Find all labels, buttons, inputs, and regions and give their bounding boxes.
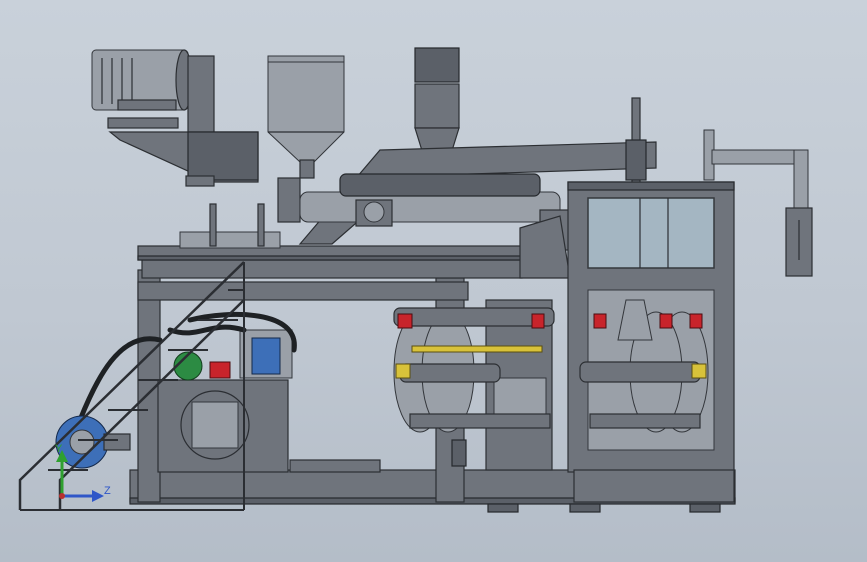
feed-hopper	[267, 55, 345, 179]
motor-bracket	[108, 131, 259, 187]
drive-motor	[91, 49, 215, 137]
z-axis-arrowhead	[92, 490, 104, 502]
triad-origin	[59, 493, 65, 499]
machine-assembly-drawing: Y Z	[18, 47, 813, 513]
cad-viewport[interactable]: Y Z	[0, 0, 867, 562]
z-axis-label: Z	[104, 485, 111, 497]
leveling-feet	[487, 503, 721, 513]
y-axis-label: Y	[55, 443, 63, 455]
